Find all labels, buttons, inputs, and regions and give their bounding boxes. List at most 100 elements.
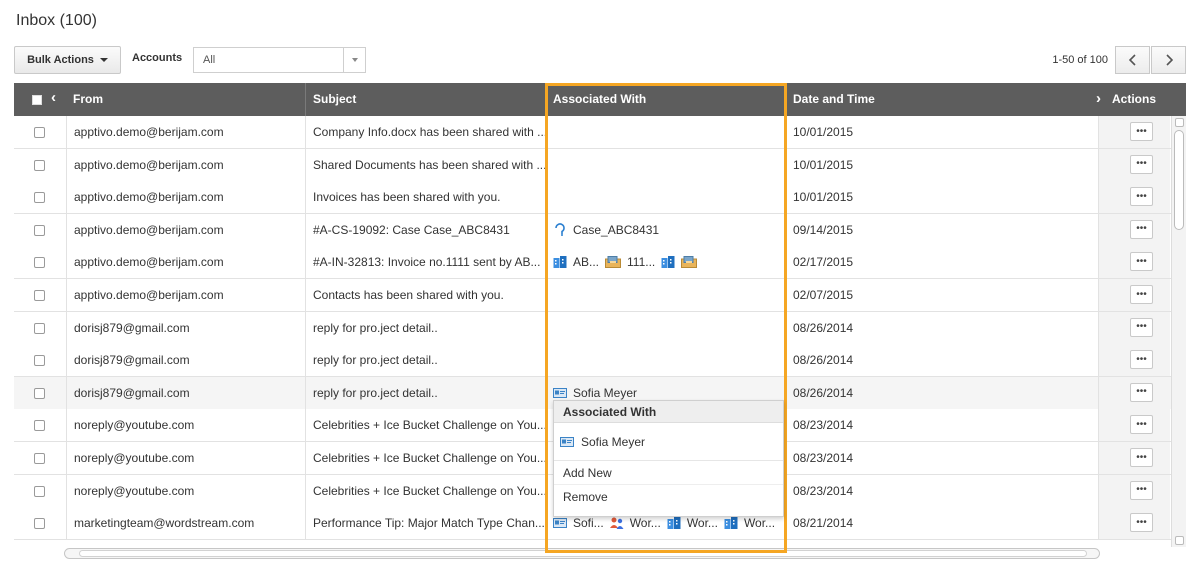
scroll-columns-left-icon[interactable]: ‹ bbox=[51, 89, 56, 106]
scroll-up-button[interactable] bbox=[1175, 118, 1184, 127]
horizontal-scrollbar[interactable] bbox=[64, 548, 1100, 559]
cell-associated-with[interactable] bbox=[545, 148, 785, 181]
row-actions-button[interactable]: ••• bbox=[1130, 219, 1153, 239]
bulk-actions-label: Bulk Actions bbox=[27, 54, 94, 66]
cell-associated-with[interactable] bbox=[545, 116, 785, 148]
cell-subject[interactable]: #A-IN-32813: Invoice no.1111 sent by AB.… bbox=[305, 246, 545, 279]
contact-card-icon bbox=[560, 436, 574, 447]
row-actions-button[interactable]: ••• bbox=[1130, 317, 1153, 337]
popup-associated-contact[interactable]: Sofia Meyer bbox=[554, 423, 783, 461]
row-checkbox[interactable] bbox=[34, 257, 45, 269]
horizontal-scrollbar-thumb[interactable] bbox=[79, 550, 1087, 557]
cell-subject[interactable]: reply for pro.ject detail.. bbox=[305, 311, 545, 344]
row-actions-button[interactable]: ••• bbox=[1130, 448, 1153, 467]
row-actions-button[interactable]: ••• bbox=[1130, 513, 1153, 533]
row-checkbox[interactable] bbox=[34, 518, 45, 530]
select-all-checkbox[interactable] bbox=[32, 95, 42, 105]
column-header-subject[interactable]: Subject bbox=[305, 83, 545, 116]
select-arrow[interactable] bbox=[343, 48, 365, 72]
row-checkbox[interactable] bbox=[34, 485, 45, 497]
cell-from[interactable]: apptivo.demo@berijam.com bbox=[66, 213, 305, 246]
row-checkbox[interactable] bbox=[34, 453, 45, 464]
cell-from[interactable]: dorisj879@gmail.com bbox=[66, 344, 305, 377]
cell-subject[interactable]: #A-CS-19092: Case Case_ABC8431 bbox=[305, 213, 545, 246]
row-checkbox[interactable] bbox=[34, 420, 45, 432]
row-checkbox[interactable] bbox=[34, 355, 45, 367]
cell-associated-with[interactable] bbox=[545, 181, 785, 214]
cell-subject[interactable]: reply for pro.ject detail.. bbox=[305, 376, 545, 409]
table-row[interactable]: dorisj879@gmail.com reply for pro.ject de… bbox=[14, 311, 1186, 345]
row-actions-button[interactable]: ••• bbox=[1130, 252, 1153, 272]
row-actions-button[interactable]: ••• bbox=[1130, 187, 1153, 207]
next-page-button[interactable] bbox=[1151, 46, 1186, 74]
row-checkbox[interactable] bbox=[34, 192, 45, 204]
associated-record-label[interactable]: Case_ABC8431 bbox=[573, 214, 659, 246]
row-actions-button[interactable]: ••• bbox=[1130, 382, 1153, 402]
table-row[interactable]: apptivo.demo@berijam.com Company Info.doc… bbox=[14, 116, 1186, 149]
row-checkbox[interactable] bbox=[34, 127, 45, 138]
row-checkbox[interactable] bbox=[34, 290, 45, 301]
cell-subject[interactable]: Celebrities + Ice Bucket Challenge on Yo… bbox=[305, 409, 545, 442]
row-checkbox[interactable] bbox=[34, 224, 45, 236]
cell-from[interactable]: apptivo.demo@berijam.com bbox=[66, 181, 305, 214]
scrollbar-thumb[interactable] bbox=[1174, 130, 1184, 230]
cell-from[interactable]: dorisj879@gmail.com bbox=[66, 311, 305, 344]
previous-page-button[interactable] bbox=[1115, 46, 1150, 74]
cell-subject[interactable]: Company Info.docx has been shared with .… bbox=[305, 116, 545, 148]
table-row[interactable]: apptivo.demo@berijam.com Shared Documents… bbox=[14, 148, 1186, 182]
cell-associated-with[interactable]: Case_ABC8431 bbox=[545, 213, 785, 246]
case-icon bbox=[553, 223, 567, 237]
table-row[interactable]: apptivo.demo@berijam.com #A-IN-32813: Inv… bbox=[14, 246, 1186, 280]
cell-from[interactable]: dorisj879@gmail.com bbox=[66, 376, 305, 409]
cell-subject[interactable]: Celebrities + Ice Bucket Challenge on Yo… bbox=[305, 442, 545, 474]
cell-from[interactable]: noreply@youtube.com bbox=[66, 474, 305, 507]
table-row[interactable]: apptivo.demo@berijam.com Contacts has bee… bbox=[14, 279, 1186, 312]
scroll-columns-right-icon[interactable]: › bbox=[1096, 90, 1101, 107]
row-checkbox[interactable] bbox=[34, 159, 45, 171]
accounts-select[interactable]: All bbox=[193, 47, 366, 73]
cell-date: 08/26/2014 bbox=[785, 344, 1098, 377]
cell-from[interactable]: noreply@youtube.com bbox=[66, 442, 305, 474]
row-actions-button[interactable]: ••• bbox=[1130, 415, 1153, 435]
remove-association[interactable]: Remove bbox=[554, 485, 783, 509]
cell-from[interactable]: noreply@youtube.com bbox=[66, 409, 305, 442]
associated-record-label[interactable]: AB... bbox=[573, 246, 599, 278]
column-header-associated-with[interactable]: Associated With bbox=[545, 83, 785, 116]
row-checkbox[interactable] bbox=[34, 387, 45, 399]
row-actions-button[interactable]: ••• bbox=[1130, 122, 1153, 141]
cell-from[interactable]: apptivo.demo@berijam.com bbox=[66, 148, 305, 181]
cell-subject[interactable]: Shared Documents has been shared with ..… bbox=[305, 148, 545, 181]
cell-associated-with[interactable] bbox=[545, 279, 785, 311]
company-icon bbox=[661, 256, 675, 269]
cell-subject[interactable]: Invoices has been shared with you. bbox=[305, 181, 545, 214]
add-new-association[interactable]: Add New bbox=[554, 461, 783, 485]
bulk-actions-button[interactable]: Bulk Actions bbox=[14, 46, 121, 74]
associated-record-label[interactable]: 111... bbox=[627, 246, 655, 278]
cell-from[interactable]: apptivo.demo@berijam.com bbox=[66, 116, 305, 148]
table-row[interactable]: apptivo.demo@berijam.com #A-CS-19092: Cas… bbox=[14, 213, 1186, 247]
row-actions-button[interactable]: ••• bbox=[1130, 350, 1153, 370]
scroll-down-button[interactable] bbox=[1175, 536, 1184, 545]
cell-date: 08/26/2014 bbox=[785, 311, 1098, 344]
cell-from[interactable]: apptivo.demo@berijam.com bbox=[66, 279, 305, 311]
cell-associated-with[interactable] bbox=[545, 344, 785, 377]
row-actions-button[interactable]: ••• bbox=[1130, 480, 1153, 500]
cell-associated-with[interactable]: AB... 111... bbox=[545, 246, 785, 279]
cell-subject[interactable]: reply for pro.ject detail.. bbox=[305, 344, 545, 377]
column-header-date-and-time[interactable]: Date and Time bbox=[785, 83, 1098, 116]
cell-from[interactable]: apptivo.demo@berijam.com bbox=[66, 246, 305, 279]
table-row[interactable]: dorisj879@gmail.com reply for pro.ject de… bbox=[14, 344, 1186, 378]
row-actions-button[interactable]: ••• bbox=[1130, 285, 1153, 304]
row-checkbox[interactable] bbox=[34, 322, 45, 334]
cell-subject[interactable]: Performance Tip: Major Match Type Chan..… bbox=[305, 507, 545, 540]
grid-header: ‹ From Subject Associated With Date and … bbox=[14, 83, 1186, 116]
table-row[interactable]: apptivo.demo@berijam.com Invoices has bee… bbox=[14, 181, 1186, 215]
cell-subject[interactable]: Celebrities + Ice Bucket Challenge on Yo… bbox=[305, 474, 545, 507]
cell-from[interactable]: marketingteam@wordstream.com bbox=[66, 507, 305, 540]
vertical-scrollbar[interactable] bbox=[1171, 116, 1186, 547]
column-header-from[interactable]: From bbox=[66, 83, 311, 116]
pager-text: 1-50 of 100 bbox=[1052, 54, 1108, 66]
cell-associated-with[interactable] bbox=[545, 311, 785, 344]
row-actions-button[interactable]: ••• bbox=[1130, 154, 1153, 174]
cell-subject[interactable]: Contacts has been shared with you. bbox=[305, 279, 545, 311]
